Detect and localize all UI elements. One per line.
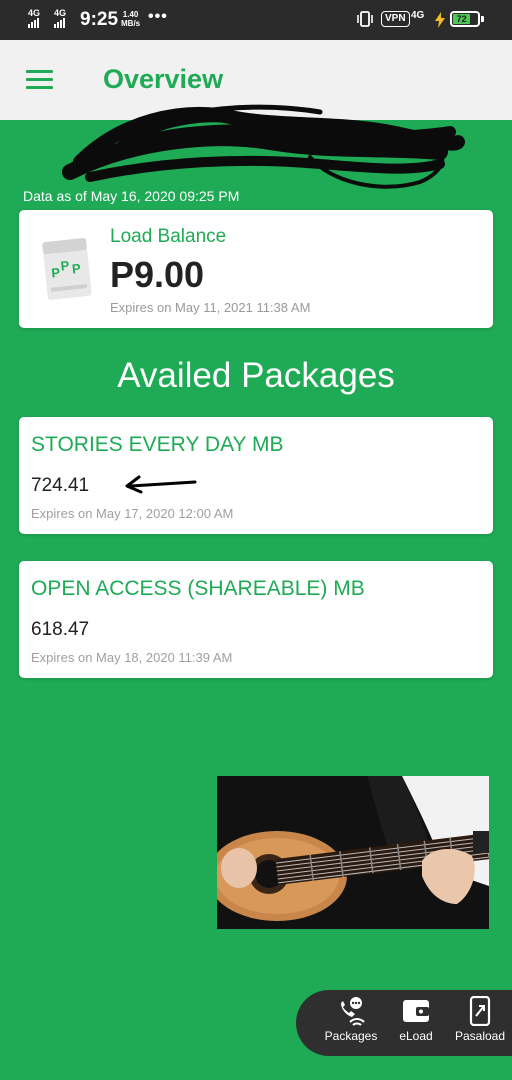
- package-name: STORIES EVERY DAY MB: [31, 433, 284, 456]
- status-bar: 4G 4G 9:25 1.40 MB/s ••• VPN 4G 72: [0, 0, 512, 40]
- vibrate-icon: [356, 10, 374, 33]
- guitar-video-frame: [217, 776, 489, 929]
- nav-item-eload[interactable]: eLoad: [386, 996, 446, 1043]
- speed-unit: MB/s: [121, 19, 141, 28]
- load-wallet-icon: P P P: [39, 234, 95, 309]
- nav-item-packages[interactable]: Packages: [321, 996, 381, 1043]
- speed-value: 1.40: [122, 10, 139, 19]
- charging-icon: [434, 12, 446, 33]
- arrow-annotation-icon: [125, 475, 197, 494]
- sim2-network-label: 4G: [54, 8, 67, 18]
- sim2-signal-icon: [54, 18, 65, 28]
- balance-value: P9.00: [110, 254, 205, 295]
- network-speed: 1.40 MB/s: [121, 10, 140, 28]
- nav-item-pasaload[interactable]: Pasaload: [450, 996, 510, 1043]
- bottom-nav: Packages eLoad Pasaload: [296, 990, 512, 1056]
- nav-item-label: eLoad: [399, 1029, 433, 1043]
- package-amount: 724.41: [31, 475, 90, 496]
- balance-expiry: Expires on May 11, 2021 11:38 AM: [110, 300, 311, 315]
- vpn-badge: VPN: [381, 11, 410, 27]
- package-expiry: Expires on May 17, 2020 12:00 AM: [31, 506, 234, 521]
- package-expiry: Expires on May 18, 2020 11:39 AM: [31, 650, 233, 665]
- sim1-signal-icon: [28, 18, 39, 28]
- sim1-network-label: 4G: [28, 8, 41, 18]
- data-timestamp: Data as of May 16, 2020 09:25 PM: [23, 188, 240, 204]
- redaction-scribble: [62, 104, 465, 189]
- package-card[interactable]: OPEN ACCESS (SHAREABLE) MB 618.47 Expire…: [19, 561, 493, 678]
- battery-level: 72: [453, 14, 471, 24]
- section-title: Availed Packages: [117, 356, 395, 395]
- load-balance-card[interactable]: P P P Load Balance P9.00 Expires on May …: [19, 210, 493, 328]
- floating-video-player[interactable]: [217, 776, 489, 929]
- nav-item-label: Pasaload: [454, 1029, 506, 1043]
- packages-wifi-icon: [341, 997, 365, 1026]
- nav-item-label: Packages: [324, 1029, 378, 1043]
- wallet-icon: [403, 1000, 429, 1022]
- hamburger-menu-icon[interactable]: [26, 70, 54, 90]
- package-card[interactable]: STORIES EVERY DAY MB 724.41 Expires on M…: [19, 417, 493, 534]
- battery-cap: [481, 16, 484, 22]
- battery-icon: 72: [450, 11, 480, 27]
- phone-share-icon: [469, 996, 491, 1026]
- page-title: Overview: [103, 64, 224, 94]
- clock: 9:25: [80, 9, 119, 30]
- package-name: OPEN ACCESS (SHAREABLE) MB: [31, 577, 365, 600]
- more-notifications-icon: •••: [148, 8, 168, 25]
- network-type-label: 4G: [411, 10, 425, 21]
- package-amount: 618.47: [31, 619, 90, 640]
- balance-label: Load Balance: [110, 226, 227, 247]
